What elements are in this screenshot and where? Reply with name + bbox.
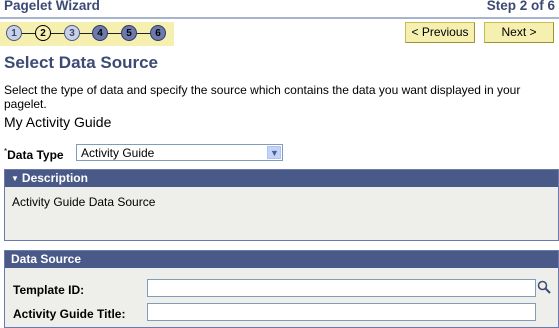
data-source-header: Data Source — [5, 251, 558, 268]
dropdown-arrow-icon[interactable]: ▼ — [267, 146, 281, 159]
previous-button[interactable]: < Previous — [405, 22, 475, 43]
description-text: Activity Guide Data Source — [12, 195, 156, 209]
activity-guide-title-label: Activity Guide Title: — [13, 307, 126, 321]
required-mark: * — [4, 147, 8, 156]
data-source-panel: Data Source Template ID: Activity Guide … — [4, 250, 559, 328]
step-4[interactable]: 4 — [92, 25, 108, 41]
step-3[interactable]: 3 — [64, 25, 80, 41]
data-type-label: *Data Type — [4, 147, 64, 162]
step-5[interactable]: 5 — [121, 25, 137, 41]
caret-down-icon[interactable]: ▼ — [11, 170, 19, 187]
step-1[interactable]: 1 — [6, 25, 22, 41]
search-icon[interactable] — [537, 280, 551, 294]
step-indicator: Step 2 of 6 — [486, 0, 555, 13]
activity-guide-name: My Activity Guide — [4, 114, 112, 130]
instructions-text: Select the type of data and specify the … — [4, 83, 521, 111]
data-type-select[interactable]: Activity Guide ▼ — [76, 144, 283, 161]
next-button[interactable]: Next > — [484, 22, 554, 43]
page-title: Select Data Source — [4, 53, 159, 72]
description-panel: ▼ Description Activity Guide Data Source — [4, 169, 559, 241]
data-type-label-text: Data Type — [7, 148, 64, 162]
step-progress: 1 2 3 4 5 6 — [0, 22, 174, 46]
description-header[interactable]: ▼ Description — [5, 170, 558, 187]
activity-guide-title-input[interactable] — [147, 303, 536, 321]
step-2[interactable]: 2 — [35, 25, 51, 41]
wizard-title: Pagelet Wizard — [4, 0, 100, 13]
data-type-value: Activity Guide — [81, 146, 155, 160]
step-6[interactable]: 6 — [150, 25, 166, 41]
template-id-input[interactable] — [147, 279, 536, 297]
wizard-header: Pagelet Wizard Step 2 of 6 — [0, 0, 559, 19]
template-id-label: Template ID: — [13, 283, 85, 297]
description-title: Description — [21, 171, 88, 185]
